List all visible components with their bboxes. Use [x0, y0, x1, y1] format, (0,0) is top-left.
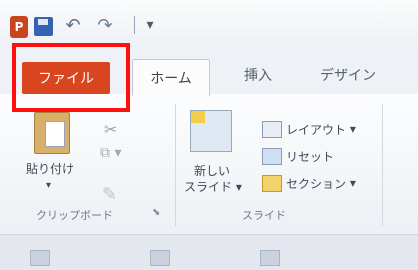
new-slide-label-text[interactable]: スライド [184, 180, 232, 194]
layout-button[interactable]: レイアウト ▾ [262, 118, 356, 140]
slides-group-label: スライド [242, 209, 286, 222]
save-icon[interactable] [34, 17, 53, 36]
clipboard-group-label: クリップボード [36, 209, 113, 222]
customize-qat-icon[interactable]: ▾ [141, 14, 159, 36]
cut-icon[interactable]: ✂ [104, 120, 122, 140]
thumbnail-icon[interactable] [30, 250, 50, 266]
reset-icon [262, 147, 282, 165]
lower-strip [0, 234, 418, 270]
thumbnail-icon[interactable] [150, 250, 170, 266]
thumbnail-icon[interactable] [260, 250, 280, 266]
new-slide-label-line2[interactable]: スライド ▾ [184, 178, 242, 195]
group-separator [175, 104, 176, 226]
section-icon [262, 174, 282, 192]
quick-access-toolbar: P ↶ ↷ ▾ [0, 0, 418, 46]
format-painter-icon[interactable]: ✎ [102, 184, 124, 205]
section-label: セクション [286, 176, 347, 191]
paste-dropdown-arrow-icon[interactable]: ▾ [46, 180, 51, 191]
new-slide-icon[interactable] [190, 110, 232, 152]
paste-button-label[interactable]: 貼り付け [26, 160, 74, 177]
redo-icon[interactable]: ↷ [90, 13, 120, 37]
section-button[interactable]: セクション ▾ [262, 172, 356, 194]
paste-icon[interactable] [34, 112, 70, 154]
tab-insert[interactable]: 挿入 [230, 60, 286, 90]
undo-icon[interactable]: ↶ [58, 13, 88, 37]
file-tab-highlight-box [12, 43, 130, 112]
reset-label: リセット [286, 149, 335, 164]
group-separator [382, 104, 383, 226]
copy-icon[interactable]: ⧉ ▾ [100, 145, 126, 165]
layout-icon [262, 120, 282, 138]
layout-label: レイアウト [286, 122, 347, 137]
qat-divider [134, 16, 135, 34]
clipboard-launcher-icon[interactable]: ⬊ [152, 207, 164, 219]
tab-home[interactable]: ホーム [132, 59, 210, 96]
powerpoint-icon[interactable]: P [10, 16, 28, 38]
new-slide-label-line1[interactable]: 新しい [194, 162, 230, 179]
reset-button[interactable]: リセット [262, 145, 334, 167]
tab-design[interactable]: デザイン [300, 60, 396, 90]
